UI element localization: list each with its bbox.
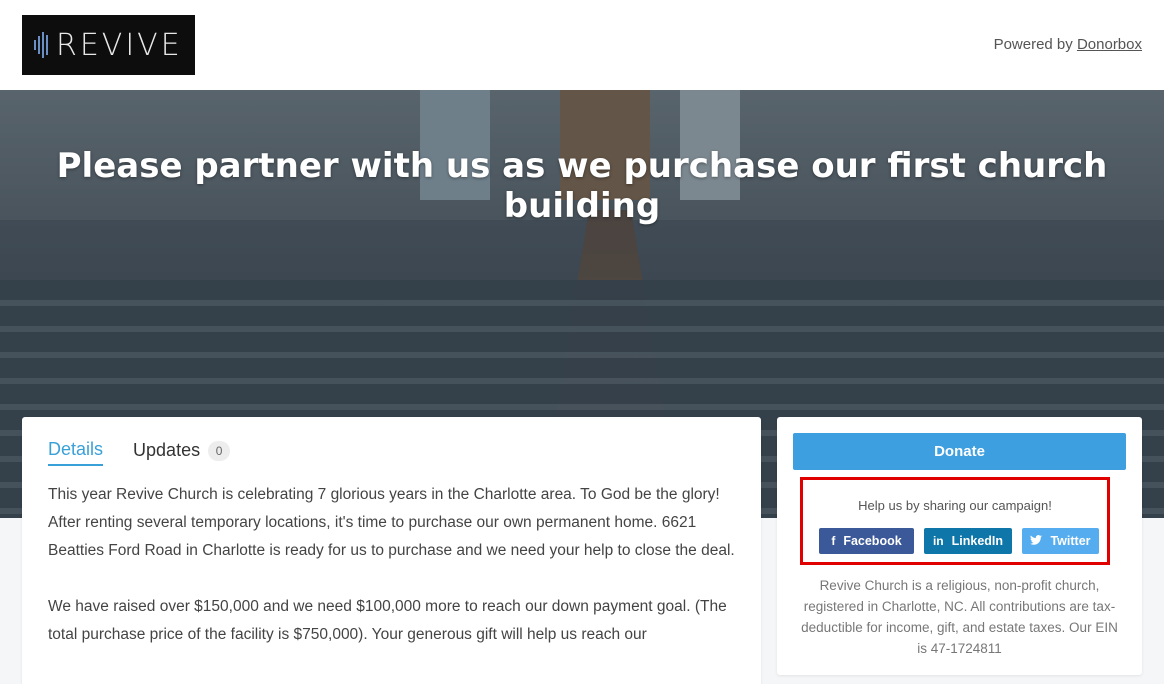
powered-by-prefix: Powered by — [993, 36, 1077, 53]
tab-updates[interactable]: Updates 0 — [133, 440, 231, 465]
share-twitter-button[interactable]: Twitter — [1022, 528, 1099, 554]
share-prompt: Help us by sharing our campaign! — [858, 498, 1052, 513]
share-buttons: f Facebook in LinkedIn Twitter — [819, 528, 1099, 554]
logo-text: REVIVE — [56, 27, 183, 63]
twitter-icon — [1030, 534, 1043, 548]
share-campaign-box: Help us by sharing our campaign! f Faceb… — [800, 477, 1110, 565]
share-linkedin-label: LinkedIn — [951, 534, 1004, 548]
campaign-title: Please partner with us as we purchase ou… — [56, 146, 1108, 226]
campaign-details-card: Details Updates 0 This year Revive Churc… — [22, 417, 761, 684]
tab-details[interactable]: Details — [48, 439, 104, 466]
facebook-icon: f — [831, 534, 836, 548]
campaign-description: This year Revive Church is celebrating 7… — [48, 481, 738, 677]
donation-sidebar: Donate Help us by sharing our campaign! … — [777, 417, 1142, 675]
linkedin-icon: in — [932, 534, 944, 548]
donate-button[interactable]: Donate — [793, 433, 1126, 470]
top-bar: REVIVE Powered by Donorbox — [0, 0, 1164, 90]
share-facebook-button[interactable]: f Facebook — [819, 528, 914, 554]
share-linkedin-button[interactable]: in LinkedIn — [924, 528, 1012, 554]
share-twitter-label: Twitter — [1050, 534, 1091, 548]
powered-by: Powered by Donorbox — [994, 36, 1142, 53]
description-paragraph: This year Revive Church is celebrating 7… — [48, 486, 735, 559]
description-paragraph: We have raised over $150,000 and we need… — [48, 598, 727, 643]
tax-disclaimer: Revive Church is a religious, non-profit… — [801, 578, 1118, 656]
tab-bar: Details Updates 0 — [48, 439, 260, 466]
donorbox-link[interactable]: Donorbox — [1077, 36, 1142, 53]
tab-updates-label: Updates — [133, 440, 201, 460]
tab-details-label: Details — [48, 439, 104, 459]
share-facebook-label: Facebook — [843, 534, 902, 548]
revive-logo[interactable]: REVIVE — [22, 15, 195, 75]
updates-count-badge: 0 — [208, 440, 231, 461]
logo-bars-icon — [34, 32, 48, 58]
